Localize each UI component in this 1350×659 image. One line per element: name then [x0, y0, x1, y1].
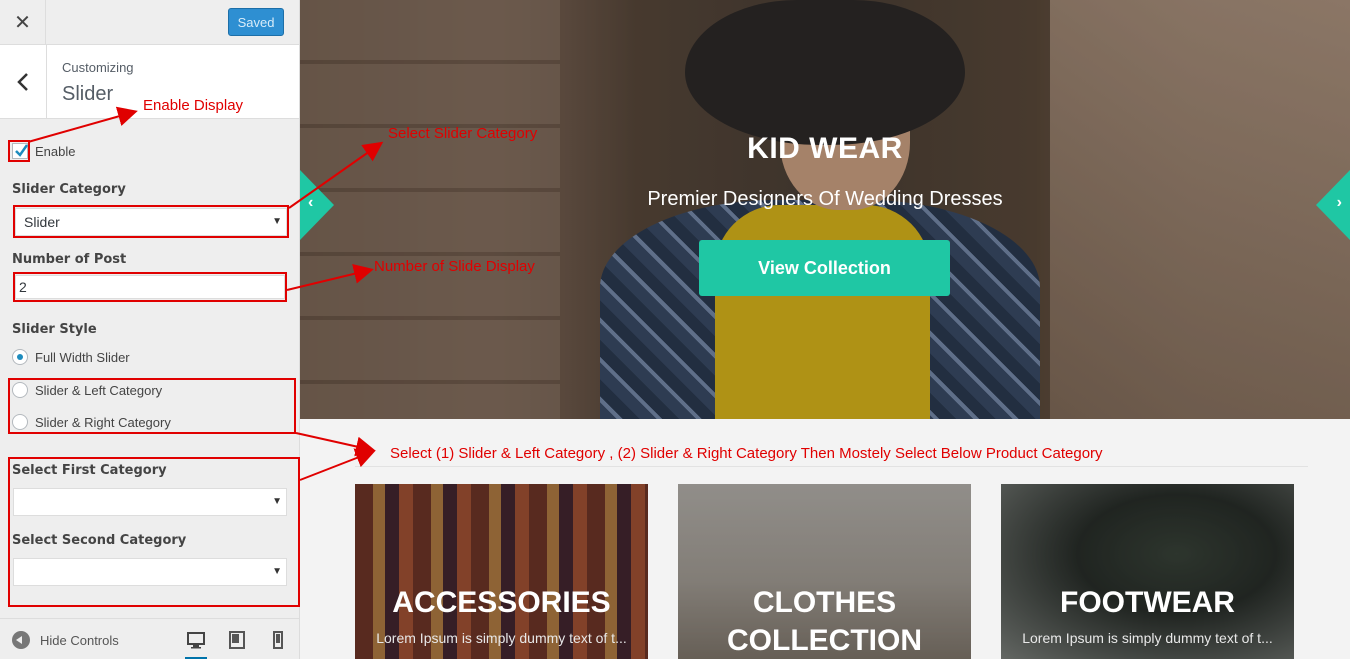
section-title: Slider: [62, 83, 114, 105]
chevron-left-icon: ‹: [308, 194, 314, 211]
device-mobile-button[interactable]: [267, 629, 289, 651]
tablet-icon: [229, 631, 245, 649]
breadcrumb: Customizing: [62, 60, 134, 75]
slider-style-label: Slider Style: [12, 322, 97, 337]
device-tablet-button[interactable]: [226, 629, 248, 651]
category-card-clothes[interactable]: CLOTHES COLLECTION: [678, 484, 971, 659]
hide-controls-button[interactable]: Hide Controls: [12, 631, 119, 649]
slider-category-label: Slider Category: [12, 182, 126, 197]
chevron-right-icon: ›: [1336, 194, 1342, 211]
chevron-left-icon: [17, 73, 28, 91]
view-collection-button[interactable]: View Collection: [699, 240, 950, 296]
card-text: Lorem Ipsum is simply dummy text of t...: [376, 630, 627, 646]
annotation-select-slider-category: Select Slider Category: [388, 125, 538, 142]
number-of-post-label: Number of Post: [12, 252, 127, 267]
site-preview: KID WEAR Premier Designers Of Wedding Dr…: [300, 0, 1350, 659]
annotation-box-slider-category: [13, 205, 289, 238]
collapse-icon: [12, 631, 30, 649]
hero-subtitle: Premier Designers Of Wedding Dresses: [647, 188, 1003, 210]
device-desktop-button[interactable]: [185, 629, 207, 659]
hide-controls-label: Hide Controls: [40, 632, 119, 648]
radio-full-width-slider[interactable]: [12, 349, 28, 365]
close-icon: ✕: [14, 12, 31, 34]
card-text: Lorem Ipsum is simply dummy text of t...: [1022, 630, 1273, 646]
saved-button[interactable]: Saved: [228, 8, 284, 36]
mobile-icon: [273, 631, 283, 649]
close-button[interactable]: ✕: [0, 0, 46, 45]
section-divider: [355, 466, 1308, 467]
card-title: ACCESSORIES: [392, 586, 611, 619]
desktop-icon: [187, 632, 205, 649]
category-card-footwear[interactable]: FOOTWEAR Lorem Ipsum is simply dummy tex…: [1001, 484, 1294, 659]
back-button[interactable]: [0, 45, 47, 119]
annotation-box-slider-style: [8, 378, 296, 434]
customizer-footer: Hide Controls: [0, 618, 299, 659]
category-card-accessories[interactable]: ACCESSORIES Lorem Ipsum is simply dummy …: [355, 484, 648, 659]
card-title: CLOTHES COLLECTION: [727, 586, 922, 657]
enable-label: Enable: [35, 144, 76, 159]
annotation-box-enable: [8, 140, 30, 162]
hero-slider: KID WEAR Premier Designers Of Wedding Dr…: [300, 0, 1350, 419]
annotation-select-style-note: Select (1) Slider & Left Category , (2) …: [390, 445, 1103, 462]
annotation-enable-display: Enable Display: [143, 97, 244, 114]
annotation-number-of-slide: Number of Slide Display: [374, 258, 535, 275]
card-title: FOOTWEAR: [1060, 586, 1235, 619]
radio-label-full-width: Full Width Slider: [35, 350, 130, 365]
annotation-box-categories: [8, 457, 300, 607]
customizer-topbar: ✕ Saved: [0, 0, 299, 45]
annotation-box-number-of-post: [13, 272, 287, 302]
